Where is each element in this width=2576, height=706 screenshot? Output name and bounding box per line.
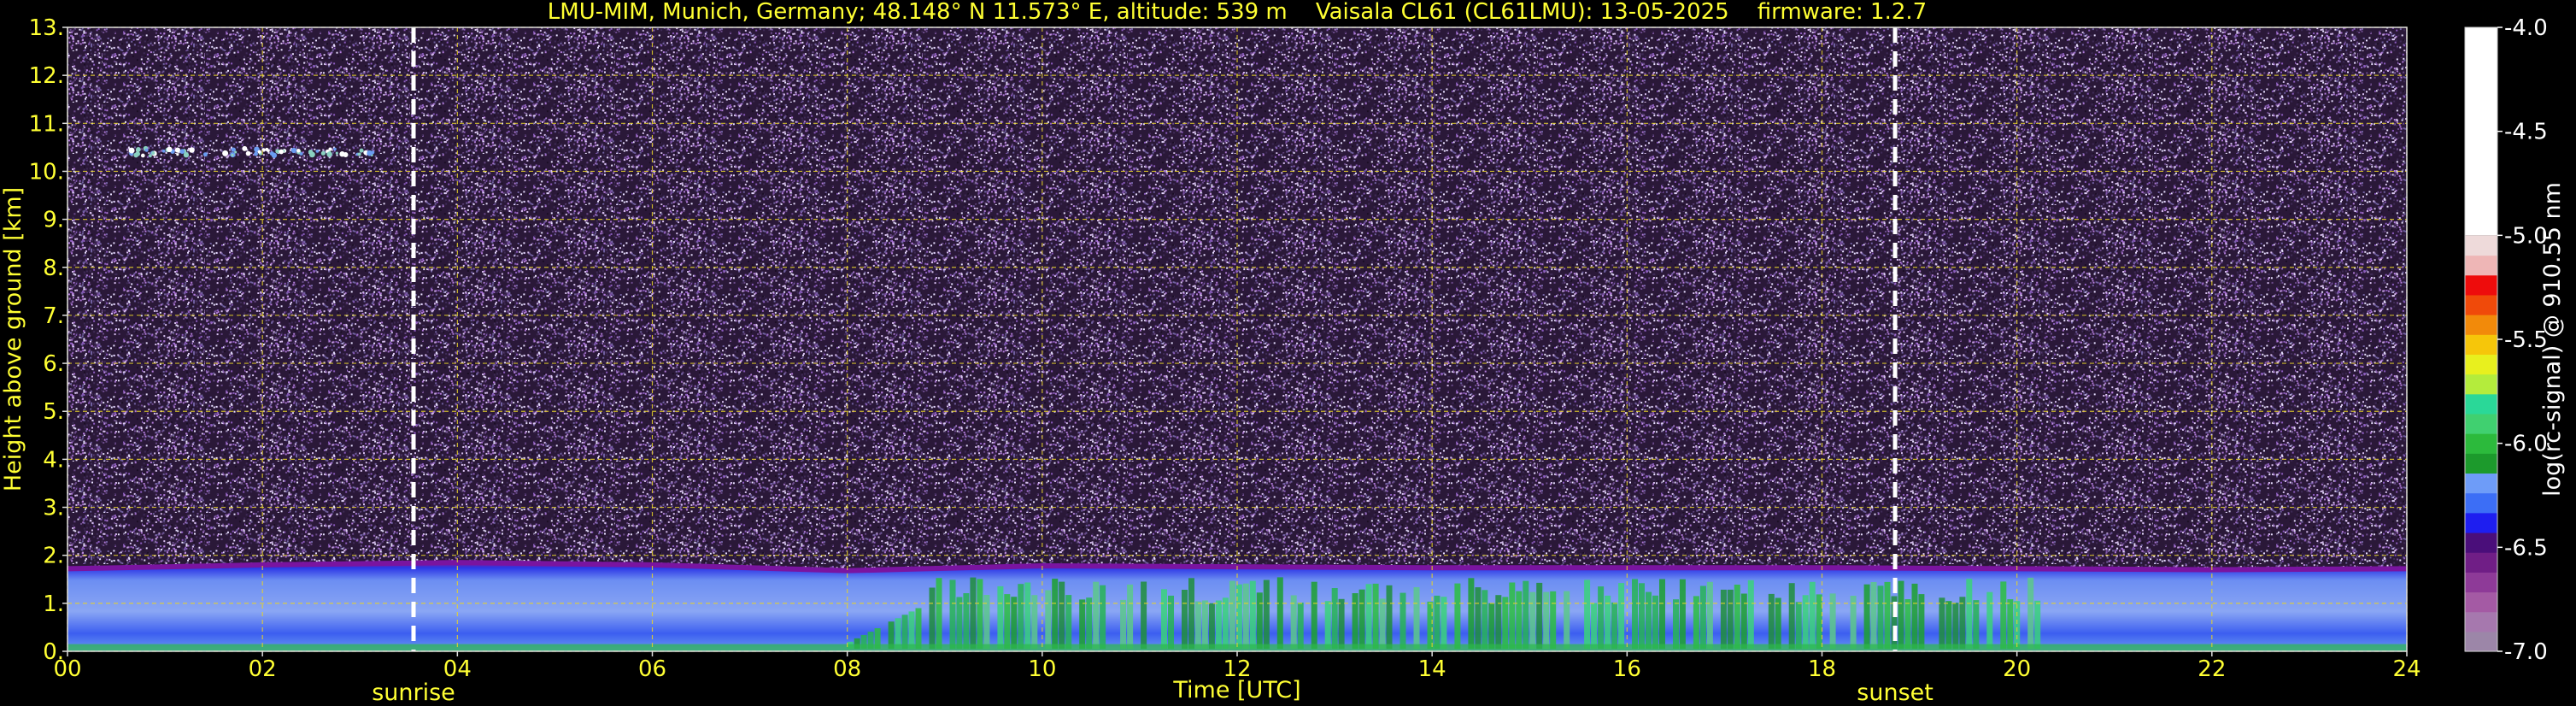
- y-tick-label: 0.: [43, 639, 64, 665]
- x-tick-label: 06: [638, 656, 666, 682]
- y-axis-ticks: 0. 1. 2. 3. 4. 5. 6. 7. 8. 9. 10. 11. 12. 13.: [29, 15, 67, 665]
- y-tick-label: 1.: [43, 591, 64, 617]
- colorbar-segment: [2465, 631, 2497, 652]
- y-tick-label: 5.: [43, 399, 64, 425]
- colorbar-segment: [2465, 315, 2497, 335]
- x-tick-label: 20: [2003, 656, 2031, 682]
- colorbar-segment: [2465, 294, 2497, 315]
- colorbar-segment: [2465, 393, 2497, 415]
- colorbar-segment: [2465, 413, 2497, 434]
- y-tick-label: 9.: [43, 208, 64, 233]
- sunset-label: sunset: [1857, 680, 1933, 706]
- chart-title: LMU-MIM, Munich, Germany; 48.148° N 11.5…: [548, 0, 1927, 25]
- x-tick-label: 08: [833, 656, 861, 682]
- y-tick-label: 10.: [29, 159, 64, 185]
- x-axis-label: Time [UTC]: [1172, 677, 1300, 703]
- colorbar-segment: [2465, 572, 2497, 593]
- colorbar-segment: [2465, 473, 2497, 494]
- x-tick-label: 16: [1613, 656, 1641, 682]
- x-tick-label: 18: [1808, 656, 1836, 682]
- colorbar-segment: [2465, 235, 2497, 256]
- colorbar-segment: [2465, 552, 2497, 573]
- x-tick-label: 22: [2198, 656, 2226, 682]
- colorbar-segment: [2465, 27, 2497, 236]
- y-tick-label: 4.: [43, 447, 64, 473]
- sunrise-label: sunrise: [372, 680, 455, 706]
- x-tick-label: 10: [1028, 656, 1056, 682]
- colorbar-segment: [2465, 354, 2497, 375]
- colorbar-segment: [2465, 591, 2497, 613]
- y-tick-label: 12.: [29, 63, 64, 89]
- colorbar-tick-label: -6.5: [2504, 535, 2548, 561]
- colorbar-label: log(rc-signal) @ 910.55 nm: [2539, 182, 2566, 497]
- colorbar-segment: [2465, 433, 2497, 454]
- colorbar-segment: [2465, 334, 2497, 355]
- colorbar-segment: [2465, 374, 2497, 395]
- colorbar: [2464, 26, 2498, 652]
- y-tick-label: 6.: [43, 351, 64, 377]
- colorbar-tick-label: -4.0: [2504, 15, 2548, 41]
- colorbar-segment: [2465, 255, 2497, 276]
- y-tick-label: 8.: [43, 256, 64, 281]
- colorbar-tick-label: -4.5: [2504, 120, 2548, 145]
- colorbar-segment: [2465, 453, 2497, 474]
- x-tick-label: 24: [2392, 656, 2421, 682]
- y-axis-label: Height above ground [km]: [0, 187, 26, 491]
- ceilometer-chart: sunrise sunset 00 02 04 06 08 10 12 14 16 18 20 22 24…: [0, 0, 2566, 706]
- colorbar-tick-label: -7.0: [2504, 639, 2548, 665]
- y-tick-label: 7.: [43, 303, 64, 329]
- x-tick-label: 04: [443, 656, 472, 682]
- x-tick-label: 02: [249, 656, 277, 682]
- colorbar-segment: [2465, 532, 2497, 553]
- y-tick-label: 11.: [29, 111, 64, 137]
- colorbar-segment: [2465, 512, 2497, 533]
- colorbar-segment: [2465, 492, 2497, 514]
- y-tick-label: 3.: [43, 496, 64, 521]
- colorbar-segment: [2465, 274, 2497, 296]
- y-tick-label: 2.: [43, 544, 64, 569]
- x-tick-label: 14: [1418, 656, 1446, 682]
- colorbar-segment: [2465, 611, 2497, 632]
- y-tick-label: 13.: [29, 15, 64, 41]
